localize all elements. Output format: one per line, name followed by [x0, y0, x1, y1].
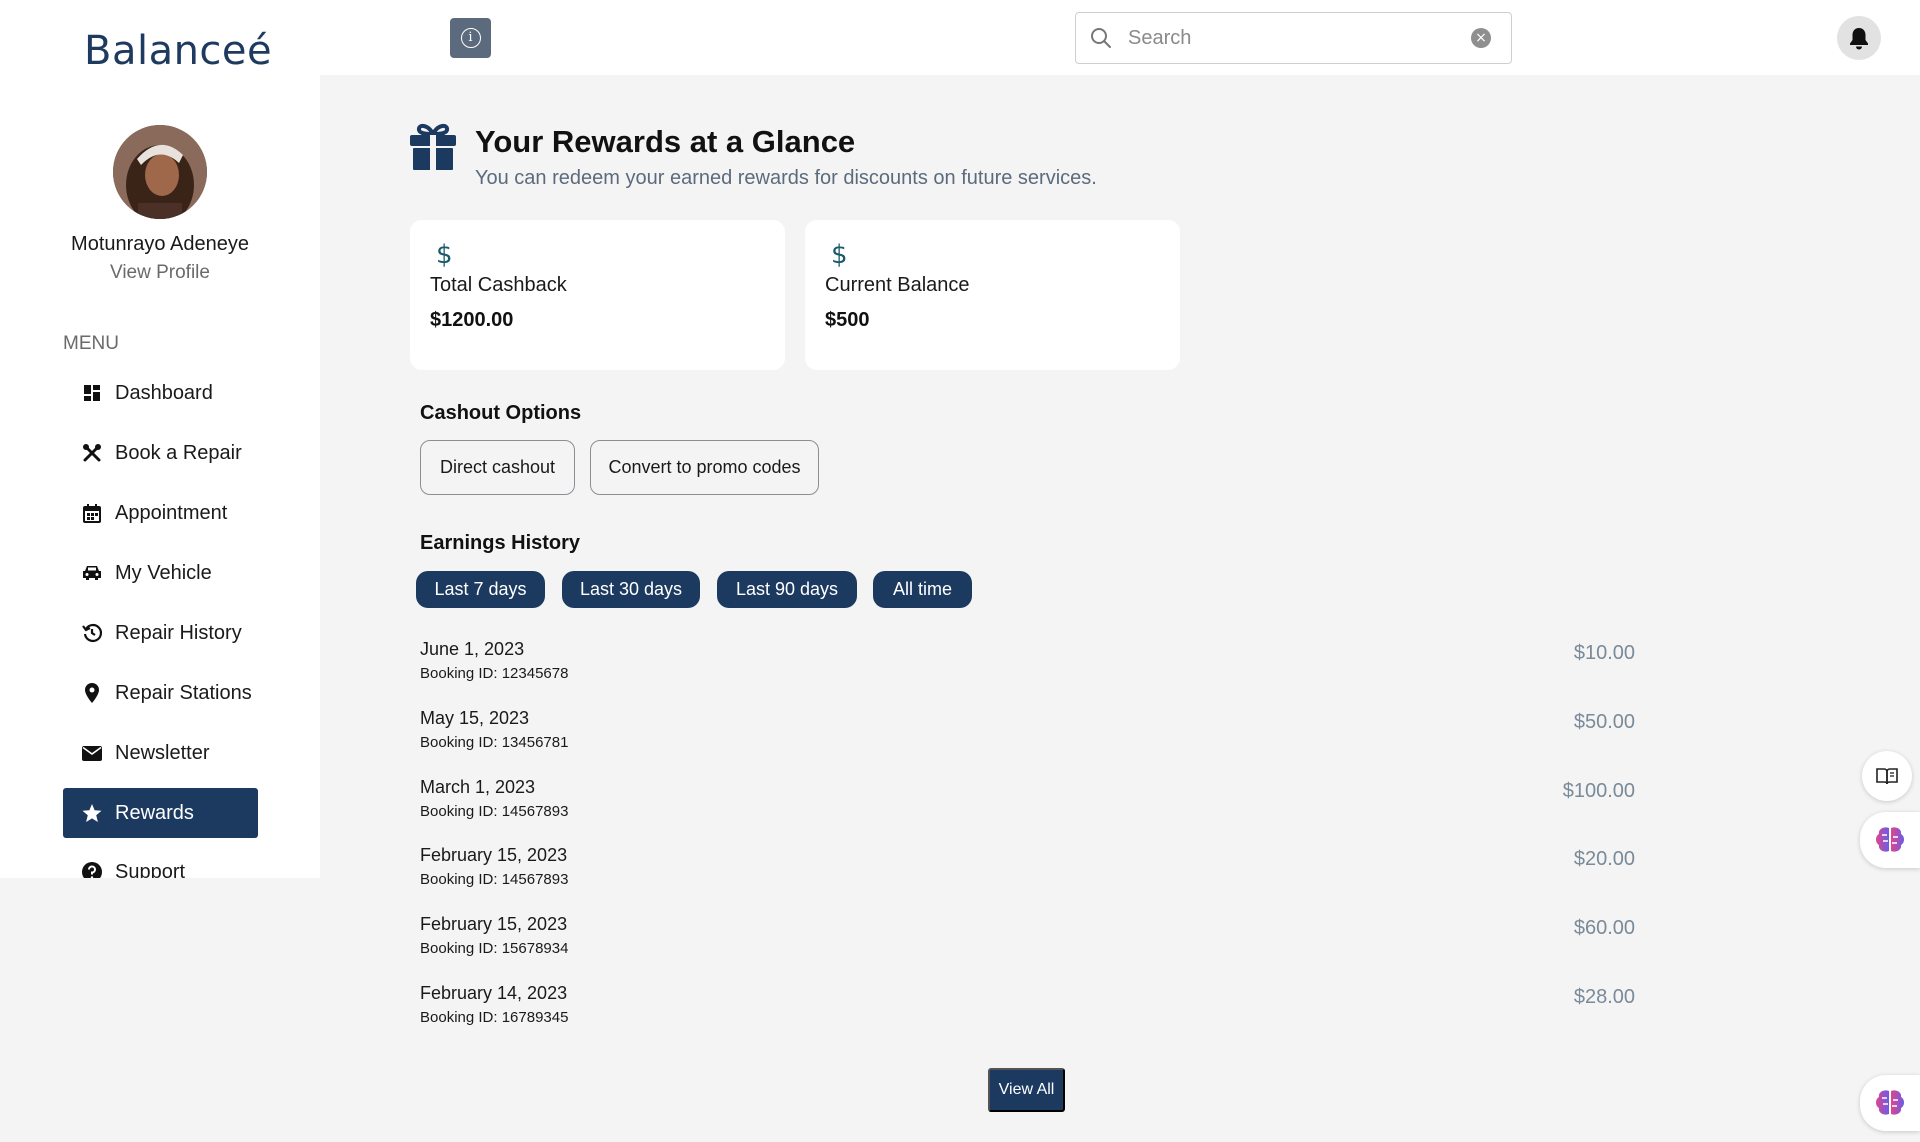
- history-row: February 15, 2023 Booking ID: 15678934 $…: [420, 914, 1635, 974]
- history-icon: [81, 622, 103, 644]
- reader-mode-button[interactable]: [1862, 751, 1912, 801]
- sidebar-item-label: Book a Repair: [115, 441, 242, 464]
- avatar[interactable]: [113, 125, 207, 219]
- ai-assistant-button[interactable]: [1860, 812, 1920, 868]
- profile-name: Motunrayo Adeneye: [71, 233, 249, 255]
- sidebar-item-rewards[interactable]: Rewards: [63, 788, 258, 838]
- sidebar-item-newsletter[interactable]: Newsletter: [63, 728, 258, 778]
- earnings-history-heading: Earnings History: [420, 532, 581, 554]
- card-label: Total Cashback: [430, 274, 567, 296]
- dollar-icon: $: [436, 240, 453, 270]
- history-date: February 15, 2023: [420, 914, 568, 934]
- filter-last-30-days[interactable]: Last 30 days: [562, 571, 700, 608]
- sidebar-item-label: Support: [115, 860, 186, 879]
- calendar-icon: [81, 502, 103, 524]
- page-title: Your Rewards at a Glance: [475, 124, 856, 159]
- sidebar-item-book-a-repair[interactable]: Book a Repair: [63, 428, 258, 478]
- history-amount: $10.00: [1573, 642, 1635, 664]
- sidebar: Motunrayo Adeneye View Profile MENU Dash…: [0, 75, 320, 878]
- history-amount: $100.00: [1562, 780, 1635, 802]
- history-amount: $60.00: [1573, 917, 1635, 939]
- dollar-icon: $: [831, 240, 848, 270]
- history-booking-id: Booking ID: 14567893: [420, 803, 569, 820]
- sidebar-item-repair-stations[interactable]: Repair Stations: [63, 668, 258, 718]
- history-date: May 15, 2023: [420, 708, 530, 728]
- card-value: $1200.00: [430, 309, 514, 331]
- info-icon: i: [460, 28, 481, 48]
- filter-last-90-days[interactable]: Last 90 days: [717, 571, 857, 608]
- brain-icon: [1876, 827, 1904, 852]
- tools-icon: [81, 442, 103, 464]
- history-date: June 1, 2023: [420, 639, 525, 659]
- total-cashback-card: $ Total Cashback $1200.00: [410, 220, 785, 370]
- history-amount: $28.00: [1573, 986, 1635, 1008]
- star-icon: [81, 802, 103, 824]
- history-amount: $20.00: [1573, 848, 1635, 870]
- view-profile-link[interactable]: View Profile: [0, 262, 320, 284]
- history-amount: $50.00: [1573, 711, 1635, 733]
- menu-heading: MENU: [63, 333, 119, 354]
- history-booking-id: Booking ID: 15678934: [420, 940, 569, 957]
- filter-all-time[interactable]: All time: [873, 571, 972, 608]
- history-date: February 15, 2023: [420, 845, 568, 865]
- history-booking-id: Booking ID: 12345678: [420, 665, 569, 682]
- car-icon: [81, 562, 103, 584]
- page-subtitle: You can redeem your earned rewards for d…: [475, 167, 1097, 189]
- sidebar-item-my-vehicle[interactable]: My Vehicle: [63, 548, 258, 598]
- search-input[interactable]: [1128, 26, 1471, 50]
- current-balance-card: $ Current Balance $500: [805, 220, 1180, 370]
- sidebar-item-label: Newsletter: [115, 741, 210, 764]
- history-date: March 1, 2023: [420, 777, 536, 797]
- bell-icon: [1850, 28, 1868, 50]
- sidebar-item-dashboard[interactable]: Dashboard: [63, 368, 258, 418]
- search-icon: [1086, 23, 1116, 53]
- search-bar: ×: [1075, 12, 1512, 64]
- notifications-button[interactable]: [1837, 16, 1881, 60]
- sidebar-item-repair-history[interactable]: Repair History: [63, 608, 258, 658]
- sidebar-item-label: Repair Stations: [115, 681, 252, 704]
- card-label: Current Balance: [825, 274, 970, 296]
- sidebar-item-label: Repair History: [115, 621, 242, 644]
- history-booking-id: Booking ID: 16789345: [420, 1009, 569, 1026]
- history-row: February 14, 2023 Booking ID: 16789345 $…: [420, 983, 1635, 1043]
- card-value: $500: [825, 309, 870, 331]
- dashboard-icon: [81, 382, 103, 404]
- direct-cashout-button[interactable]: Direct cashout: [420, 440, 575, 495]
- help-circle-icon: [81, 861, 103, 878]
- sidebar-item-label: Appointment: [115, 501, 228, 524]
- brand-logo[interactable]: Balanceé: [84, 28, 272, 74]
- sidebar-item-label: My Vehicle: [115, 561, 212, 584]
- book-icon: [1876, 768, 1898, 785]
- sidebar-item-appointment[interactable]: Appointment: [63, 488, 258, 538]
- history-date: February 14, 2023: [420, 983, 568, 1003]
- clear-search-icon[interactable]: ×: [1471, 28, 1491, 48]
- brain-icon: [1876, 1090, 1904, 1115]
- history-row: March 1, 2023 Booking ID: 14567893 $100.…: [420, 777, 1635, 837]
- filter-last-7-days[interactable]: Last 7 days: [416, 571, 545, 608]
- view-all-button[interactable]: View All: [988, 1068, 1065, 1112]
- top-bar: Balanceé i ×: [0, 0, 1920, 75]
- history-row: June 1, 2023 Booking ID: 12345678 $10.00: [420, 639, 1635, 699]
- cashout-options-heading: Cashout Options: [420, 402, 582, 424]
- sidebar-item-label: Dashboard: [115, 381, 213, 404]
- history-booking-id: Booking ID: 13456781: [420, 734, 569, 751]
- history-row: February 15, 2023 Booking ID: 14567893 $…: [420, 845, 1635, 905]
- info-button[interactable]: i: [450, 18, 491, 58]
- ai-assistant-button-secondary[interactable]: [1860, 1075, 1920, 1131]
- envelope-icon: [81, 742, 103, 764]
- gift-icon: [410, 122, 456, 175]
- history-booking-id: Booking ID: 14567893: [420, 871, 569, 888]
- sidebar-item-label: Rewards: [115, 801, 194, 824]
- sidebar-item-support[interactable]: Support: [63, 847, 258, 878]
- convert-promo-codes-button[interactable]: Convert to promo codes: [590, 440, 819, 495]
- history-row: May 15, 2023 Booking ID: 13456781 $50.00: [420, 708, 1635, 768]
- location-pin-icon: [81, 682, 103, 704]
